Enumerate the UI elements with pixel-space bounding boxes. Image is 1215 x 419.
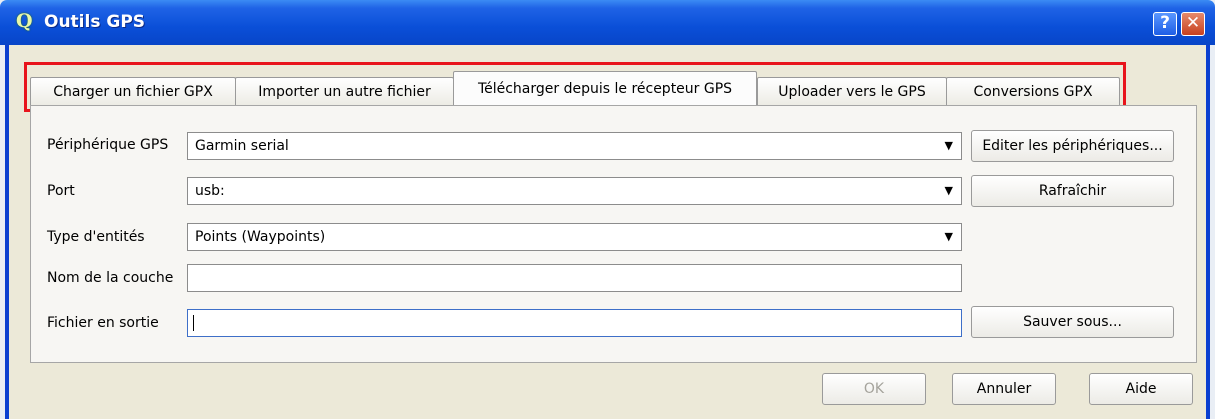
feature-type-select[interactable]: Points (Waypoints) ▼ — [187, 223, 962, 251]
feature-type-value: Points (Waypoints) — [195, 229, 326, 245]
title-bar: Q Outils GPS ? ✕ — [0, 0, 1215, 45]
output-file-input[interactable] — [187, 309, 962, 337]
text-caret — [193, 315, 194, 331]
help-icon[interactable]: ? — [1153, 12, 1177, 36]
chevron-down-icon: ▼ — [944, 230, 953, 243]
layer-name-label: Nom de la couche — [47, 270, 174, 286]
refresh-button[interactable]: Rafraîchir — [971, 175, 1174, 207]
device-label: Périphérique GPS — [47, 137, 169, 153]
device-value: Garmin serial — [195, 138, 289, 154]
chevron-down-icon: ▼ — [944, 184, 953, 197]
ok-button[interactable]: OK — [822, 373, 926, 405]
save-as-button[interactable]: Sauver sous... — [971, 306, 1174, 338]
port-select[interactable]: usb: ▼ — [187, 177, 962, 205]
port-label: Port — [47, 183, 75, 199]
help-button[interactable]: Aide — [1089, 373, 1193, 405]
edit-devices-button[interactable]: Editer les périphériques... — [971, 130, 1174, 162]
cancel-button[interactable]: Annuler — [952, 373, 1056, 405]
layer-name-input[interactable] — [187, 264, 962, 292]
port-value: usb: — [195, 183, 225, 199]
chevron-down-icon: ▼ — [944, 139, 953, 152]
qgis-app-icon: Q — [16, 10, 33, 32]
feature-type-label: Type d'entités — [47, 229, 145, 245]
close-icon[interactable]: ✕ — [1181, 12, 1205, 36]
device-select[interactable]: Garmin serial ▼ — [187, 132, 962, 160]
window-title: Outils GPS — [44, 12, 146, 32]
output-file-label: Fichier en sortie — [47, 315, 159, 331]
